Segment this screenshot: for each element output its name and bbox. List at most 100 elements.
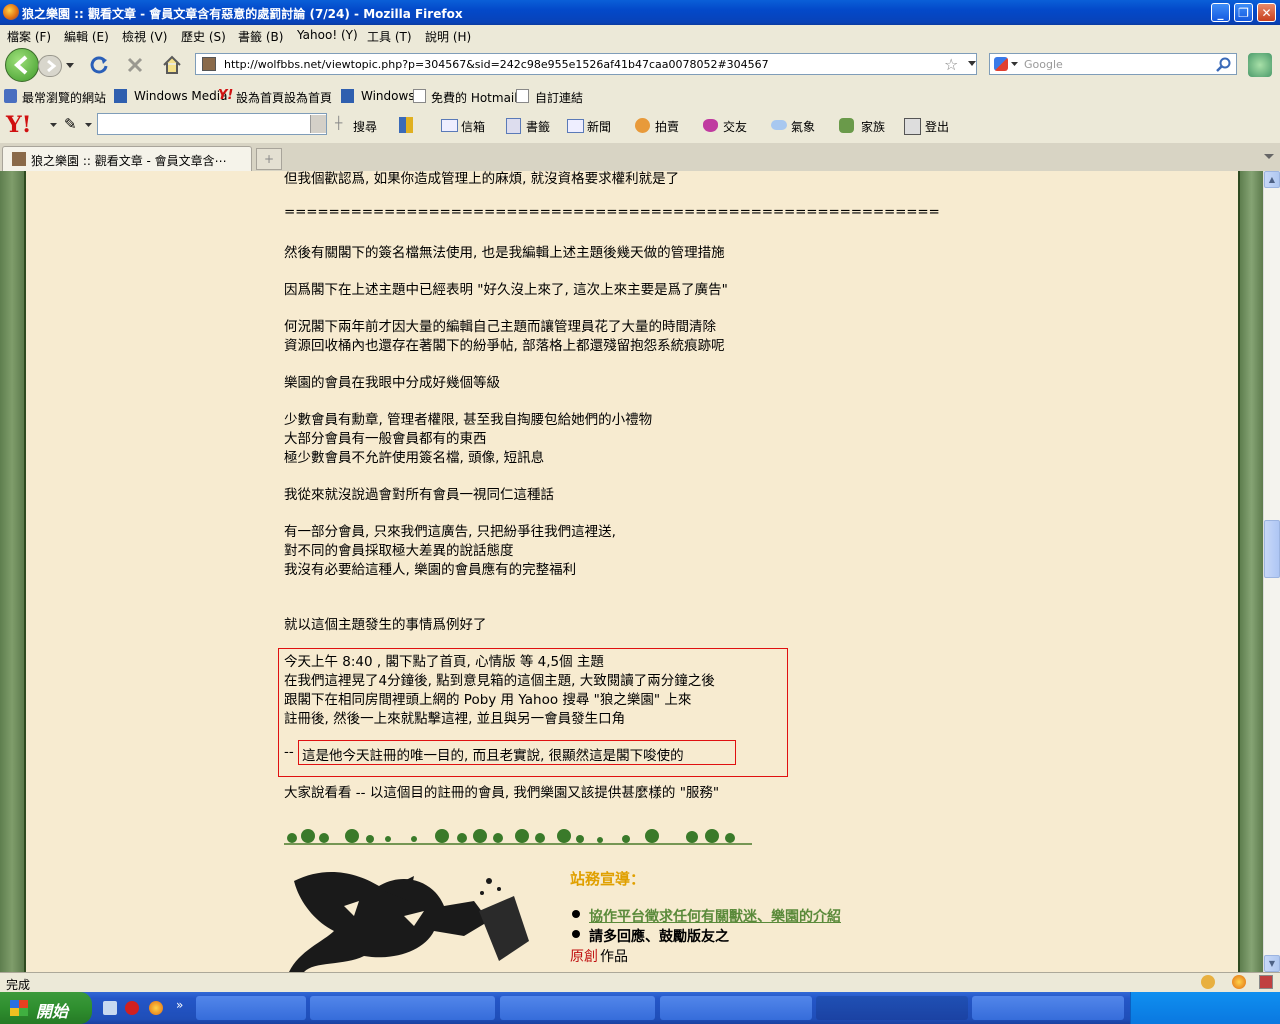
page-icon xyxy=(516,89,529,103)
post-line: 跟閣下在相同房間裡頭上網的 Poby 用 Yahoo 搜尋 "狼之樂園" 上來 xyxy=(284,692,692,708)
minimize-button[interactable]: _ xyxy=(1211,3,1230,22)
menu-edit[interactable]: 編輯 (E) xyxy=(64,28,109,45)
post-line: 就以這個主題發生的事情爲例好了 xyxy=(284,617,487,633)
url-bar[interactable]: http://wolfbbs.net/viewtopic.php?p=30456… xyxy=(195,53,977,75)
firefox-status-icon[interactable] xyxy=(1232,975,1246,989)
windows-logo-icon xyxy=(10,1000,28,1016)
yahoo-bookmarks-button[interactable]: 書籤 xyxy=(526,118,550,135)
status-addon-icon[interactable] xyxy=(1201,975,1215,989)
bookmark-custom-links[interactable]: 自訂連結 xyxy=(535,89,583,106)
post-line: 在我們這裡晃了4分鐘後, 點到意見箱的這個主題, 大致閱讀了兩分鐘之後 xyxy=(284,673,715,689)
quicklaunch-firefox-icon[interactable] xyxy=(149,1001,163,1015)
post-line: 樂園的會員在我眼中分成好幾個等級 xyxy=(284,375,500,391)
notice-title: 站務宣導： xyxy=(570,870,646,888)
windows-media-icon xyxy=(114,89,127,103)
reload-icon[interactable] xyxy=(89,55,109,75)
addon-icon[interactable] xyxy=(1248,53,1272,77)
tab-active[interactable]: 狼之樂園 :: 觀看文章 - 會員文章含⋯ xyxy=(2,146,252,171)
menu-file[interactable]: 檔案 (F) xyxy=(7,28,51,45)
yahoo-logo[interactable]: Y! xyxy=(6,112,31,138)
bookmark-most-visited[interactable]: 最常瀏覽的網站 xyxy=(22,89,106,106)
pencil-dropdown-icon[interactable] xyxy=(85,123,92,128)
bookmark-windows[interactable]: Windows xyxy=(361,89,415,103)
stop-icon[interactable] xyxy=(125,55,145,75)
yahoo-search-dropdown[interactable] xyxy=(310,115,326,133)
firefox-icon xyxy=(3,4,19,20)
taskbar-item[interactable] xyxy=(972,996,1124,1020)
new-tab-button[interactable]: + xyxy=(256,148,282,170)
google-engine-icon[interactable] xyxy=(994,57,1008,71)
forward-arrow-icon xyxy=(47,59,57,73)
status-bar: 完成 xyxy=(0,972,1280,993)
yahoo-dating-button[interactable]: 交友 xyxy=(723,118,747,135)
bookmark-windows-media[interactable]: Windows Media xyxy=(134,89,227,103)
site-favicon xyxy=(12,152,26,166)
quicklaunch-opera-icon[interactable] xyxy=(125,1001,139,1015)
page-content: 但我個歡認爲, 如果你造成管理上的麻煩, 就沒資格要求權利就是了 =======… xyxy=(0,171,1263,972)
taskbar-item[interactable] xyxy=(500,996,655,1020)
forward-button[interactable] xyxy=(38,55,62,77)
yahoo-search-input[interactable] xyxy=(97,113,327,135)
history-dropdown-icon[interactable] xyxy=(65,62,75,70)
quicklaunch-desktop-icon[interactable] xyxy=(103,1001,117,1015)
taskbar-item[interactable] xyxy=(196,996,306,1020)
menu-tools[interactable]: 工具 (T) xyxy=(367,28,412,45)
menu-yahoo[interactable]: Yahoo! (Y) xyxy=(297,28,358,42)
scroll-up-button[interactable]: ▲ xyxy=(1264,171,1280,188)
menu-help[interactable]: 說明 (H) xyxy=(425,28,471,45)
taskbar-item[interactable] xyxy=(310,996,495,1020)
engine-dropdown-icon[interactable] xyxy=(1011,62,1018,67)
post-line: 少數會員有勳章, 管理者權限, 甚至我自掏腰包給她們的小禮物 xyxy=(284,412,653,428)
yahoo-auction-button[interactable]: 拍賣 xyxy=(655,118,679,135)
home-icon[interactable] xyxy=(161,54,183,76)
menu-bar: 檔案 (F) 編輯 (E) 檢視 (V) 歷史 (S) 書籤 (B) Yahoo… xyxy=(0,25,1280,45)
maximize-button[interactable]: ❐ xyxy=(1234,3,1253,22)
page-icon xyxy=(413,89,426,103)
quicklaunch-expand-icon[interactable]: » xyxy=(176,998,183,1012)
bookmark-set-homepage[interactable]: 設為首頁設為首頁 xyxy=(236,89,332,106)
url-dropdown-icon[interactable] xyxy=(968,61,976,67)
windows-taskbar: 開始 » xyxy=(0,992,1280,1024)
separator-icon: ┼ xyxy=(335,116,343,130)
vertical-scrollbar[interactable]: ▲ ▼ xyxy=(1263,171,1280,972)
yahoo-search-button[interactable]: 搜尋 xyxy=(353,118,377,135)
post-line: 我從來就沒說過會對所有會員一視同仁這種話 xyxy=(284,487,554,503)
search-bar[interactable]: Google xyxy=(989,53,1237,75)
pencil-icon[interactable]: ✎ xyxy=(64,115,77,133)
tab-strip: 狼之樂園 :: 觀看文章 - 會員文章含⋯ + xyxy=(0,143,1280,172)
menu-view[interactable]: 檢視 (V) xyxy=(122,28,167,45)
right-decoration xyxy=(1240,171,1263,972)
post-dash: -- xyxy=(284,744,294,760)
notice-item: 請多回應、鼓勵版友之 xyxy=(589,929,729,945)
notice-link[interactable]: 協作平台徵求任何有關獸迷、樂園的介紹 xyxy=(589,906,841,926)
yahoo-family-button[interactable]: 家族 xyxy=(861,118,885,135)
yahoo-mail-button[interactable]: 信箱 xyxy=(461,118,485,135)
post-line: 我沒有必要給這種人, 樂園的會員應有的完整福利 xyxy=(284,562,577,578)
yahoo-toolbar: Y! ✎ ┼ 搜尋 信箱 書籤 新聞 拍賣 交友 氣象 家族 登出 xyxy=(0,107,1280,144)
taskbar-item-active[interactable] xyxy=(816,996,968,1020)
bookmark-star-icon[interactable]: ☆ xyxy=(944,55,958,74)
shield-icon[interactable] xyxy=(399,117,413,133)
tab-list-icon[interactable] xyxy=(1264,154,1274,160)
tree-divider-image xyxy=(284,829,752,845)
yahoo-small-icon: Y! xyxy=(218,88,234,103)
taskbar-item[interactable] xyxy=(660,996,812,1020)
post-body: 但我個歡認爲, 如果你造成管理上的麻煩, 就沒資格要求權利就是了 =======… xyxy=(24,171,1240,972)
yahoo-news-button[interactable]: 新聞 xyxy=(587,118,611,135)
scroll-down-button[interactable]: ▼ xyxy=(1264,955,1280,972)
yahoo-dropdown-icon[interactable] xyxy=(50,123,57,128)
start-button[interactable]: 開始 xyxy=(0,992,92,1024)
search-icon[interactable] xyxy=(1216,57,1232,73)
yahoo-logout-button[interactable]: 登出 xyxy=(925,118,949,135)
close-button[interactable]: ✕ xyxy=(1257,3,1276,22)
back-button[interactable] xyxy=(5,48,39,82)
site-favicon xyxy=(202,57,216,71)
yahoo-weather-button[interactable]: 氣象 xyxy=(791,118,815,135)
menu-history[interactable]: 歷史 (S) xyxy=(181,28,226,45)
scroll-thumb[interactable] xyxy=(1264,520,1280,578)
search-placeholder: Google xyxy=(1024,58,1063,71)
status-extension-icon[interactable] xyxy=(1259,975,1273,989)
menu-bookmarks[interactable]: 書籤 (B) xyxy=(238,28,283,45)
post-line: 極少數會員不允許使用簽名檔, 頭像, 短訊息 xyxy=(284,450,545,466)
bookmark-hotmail[interactable]: 免費的 Hotmail xyxy=(431,89,518,106)
